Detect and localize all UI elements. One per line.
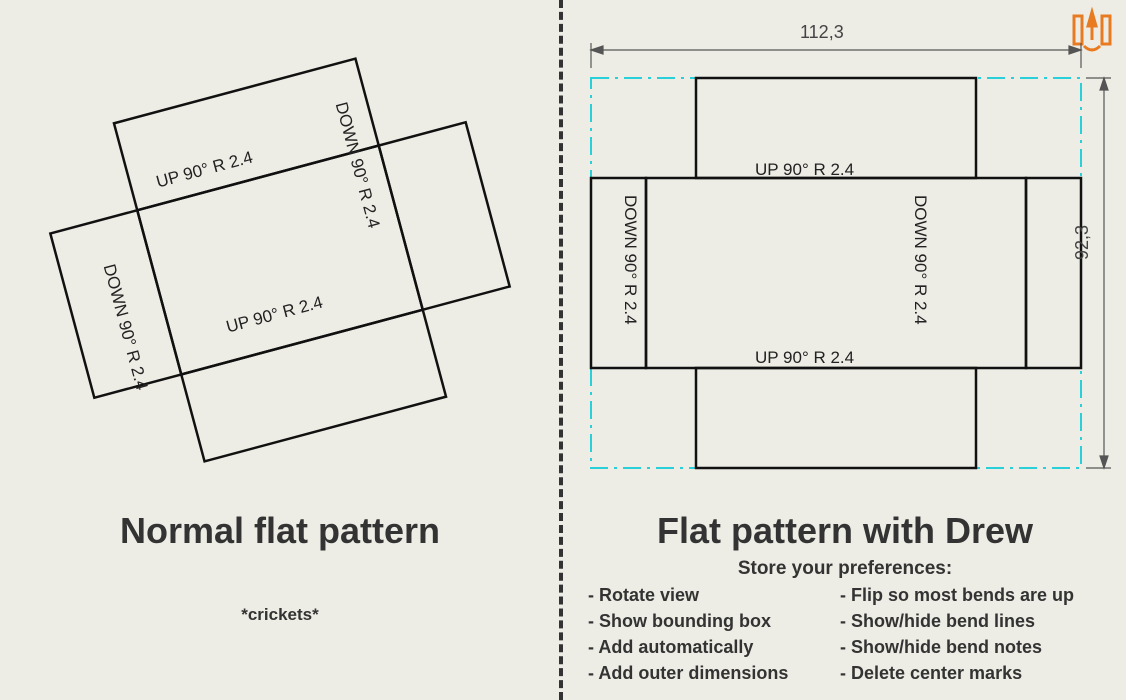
left-title: Normal flat pattern: [50, 510, 510, 552]
bounding-box: [591, 78, 1081, 468]
feature-item: - Show/hide bend notes: [840, 634, 1120, 660]
comparison-figure: UP 90° R 2.4 DOWN 90° R 2.4 UP 90° R 2.4…: [0, 0, 1126, 700]
r-bend-bottom: UP 90° R 2.4: [755, 348, 854, 368]
feature-item: - Add outer dimensions: [588, 660, 838, 686]
features-col-1: - Rotate view - Show bounding box - Add …: [588, 582, 838, 686]
r-bend-right: DOWN 90° R 2.4: [910, 195, 930, 325]
divider: [559, 0, 563, 700]
right-subtitle: Store your preferences:: [580, 558, 1110, 580]
feature-item: - Delete center marks: [840, 660, 1120, 686]
r-bend-left: DOWN 90° R 2.4: [620, 195, 640, 325]
r-bend-top: UP 90° R 2.4: [755, 160, 854, 180]
bend-lines: [646, 178, 1026, 368]
left-flat-pattern: [20, 30, 540, 490]
right-title: Flat pattern with Drew: [580, 510, 1110, 552]
feature-item: - Rotate view: [588, 582, 838, 608]
left-caption: *crickets*: [50, 605, 510, 625]
part-outline: [591, 78, 1081, 468]
features-col-2: - Flip so most bends are up - Show/hide …: [840, 582, 1120, 686]
dimension-width: [591, 43, 1081, 68]
feature-item: - Add automatically: [588, 634, 838, 660]
feature-item: - Flip so most bends are up: [840, 582, 1120, 608]
dim-height-value: 92,3: [1072, 225, 1093, 260]
dimension-height: [1086, 78, 1111, 468]
feature-item: - Show bounding box: [588, 608, 838, 634]
dim-width-value: 112,3: [800, 22, 844, 43]
right-flat-pattern: [576, 18, 1126, 498]
feature-item: - Show/hide bend lines: [840, 608, 1120, 634]
